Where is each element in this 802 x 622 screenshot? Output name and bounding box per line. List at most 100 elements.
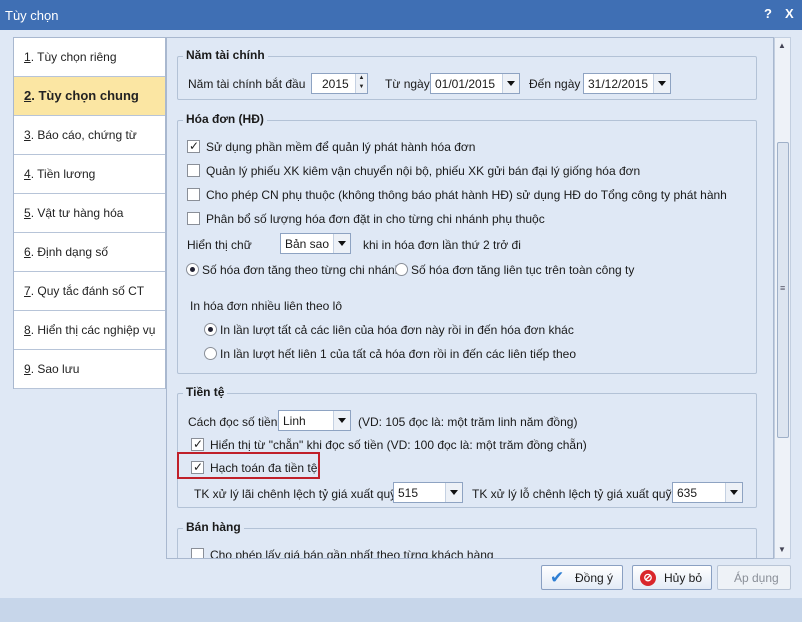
nav-number: 6 [24, 245, 31, 259]
nav-number: 7 [24, 284, 31, 298]
help-button[interactable]: ? [764, 6, 772, 21]
multi-copy-label: In hóa đơn nhiều liên theo lô [190, 299, 342, 313]
nav-label: . Tùy chọn riêng [30, 50, 117, 64]
ok-label: Đồng ý [575, 571, 614, 585]
cancel-button[interactable]: ⊘ Hủy bỏ [632, 565, 712, 590]
nav-number: 8 [24, 323, 31, 337]
sidebar-item-general-options[interactable]: 2. Tùy chọn chung [14, 77, 165, 116]
nav-number: 9 [24, 362, 31, 376]
status-strip [0, 598, 802, 622]
nav-label: . Báo cáo, chứng từ [30, 128, 137, 142]
nav-number: 3 [24, 128, 31, 142]
sidebar-item-personal-options[interactable]: 1. Tùy chọn riêng [14, 38, 165, 77]
nav-label: . Định dạng số [30, 245, 109, 259]
cancel-label: Hủy bỏ [664, 571, 703, 585]
show-chan-label: Hiển thị từ "chẵn" khi đọc số tiền (VD: … [210, 438, 587, 452]
apply-button[interactable]: Áp dụng [717, 565, 791, 590]
loss-account-value: 635 [677, 486, 698, 500]
sidebar-item-reports[interactable]: 3. Báo cáo, chứng từ [14, 116, 165, 155]
dropdown-arrow-icon[interactable] [445, 483, 462, 502]
gain-account-label: TK xử lý lãi chênh lệch tỷ giá xuất quỹ [194, 487, 397, 501]
display-text-label: Hiển thị chữ [187, 238, 252, 252]
use-software-label: Sử dụng phần mềm để quản lý phát hành hó… [206, 140, 476, 154]
sidebar-item-voucher-numbering[interactable]: 7. Quy tắc đánh số CT [14, 272, 165, 311]
title-bar: Tùy chọn ? X [0, 0, 802, 30]
numbering-company-wide-radio[interactable] [395, 263, 408, 276]
read-amount-example: (VD: 105 đọc là: một trăm linh năm đồng) [358, 415, 578, 429]
nav-number: 4 [24, 167, 31, 181]
dependent-branch-checkbox[interactable] [187, 188, 200, 201]
loss-account-label: TK xử lý lỗ chênh lệch tỷ giá xuất quỹ [472, 487, 672, 501]
numbering-by-branch-label: Số hóa đơn tăng theo từng chi nhánh [202, 263, 402, 277]
sidebar-item-salary[interactable]: 4. Tiền lương [14, 155, 165, 194]
print-all-copies-label: In lần lượt tất cả các liên của hóa đơn … [220, 323, 574, 337]
from-date-picker[interactable]: 01/01/2015 [430, 73, 520, 94]
cancel-icon: ⊘ [640, 570, 656, 586]
read-amount-value: Linh [283, 414, 306, 428]
group-title-fiscal: Năm tài chính [183, 48, 268, 62]
checkmark-icon: ✔ [550, 568, 565, 587]
nav-label: . Hiển thị các nghiệp vụ [30, 323, 156, 337]
sidebar-item-number-format[interactable]: 6. Định dạng số [14, 233, 165, 272]
nav-number: 1 [24, 50, 31, 64]
close-button[interactable]: X [785, 6, 794, 21]
gain-account-value: 515 [398, 486, 419, 500]
print-first-copy-label: In lần lượt hết liên 1 của tất cả hóa đơ… [220, 347, 576, 361]
from-date-label: Từ ngày [385, 77, 430, 91]
display-text-suffix: khi in hóa đơn lần thứ 2 trở đi [363, 238, 521, 252]
to-date-picker[interactable]: 31/12/2015 [583, 73, 671, 94]
options-content-panel: Năm tài chính Năm tài chính bắt đầu 2015… [166, 37, 774, 559]
dropdown-arrow-icon[interactable] [725, 483, 742, 502]
sidebar-item-display-operations[interactable]: 8. Hiển thị các nghiệp vụ [14, 311, 165, 350]
vertical-scrollbar[interactable]: ▲ ≡ ▼ [774, 37, 791, 559]
currency-group: Tiền tệ Cách đọc số tiền Linh (VD: 105 đ… [177, 385, 757, 508]
display-text-select[interactable]: Bản sao [280, 233, 351, 254]
nav-label: . Tiền lương [30, 167, 96, 181]
sidebar-item-inventory[interactable]: 5. Vật tư hàng hóa [14, 194, 165, 233]
read-amount-label: Cách đọc số tiền [188, 415, 278, 429]
nav-label: . Sao lưu [30, 362, 80, 376]
nav-number: 5 [24, 206, 31, 220]
read-amount-select[interactable]: Linh [278, 410, 351, 431]
multi-currency-highlight [177, 452, 320, 479]
show-chan-checkbox[interactable] [191, 437, 204, 451]
gain-account-select[interactable]: 515 [393, 482, 463, 503]
allocate-invoices-checkbox[interactable] [187, 212, 200, 225]
loss-account-select[interactable]: 635 [672, 482, 743, 503]
dropdown-arrow-icon[interactable] [333, 234, 350, 253]
dropdown-arrow-icon[interactable] [653, 74, 670, 93]
fiscal-start-label: Năm tài chính bắt đầu [188, 77, 306, 91]
manage-transfer-slip-checkbox[interactable] [187, 164, 200, 177]
fiscal-year-group: Năm tài chính Năm tài chính bắt đầu 2015… [177, 48, 757, 100]
scroll-thumb[interactable]: ≡ [777, 142, 789, 438]
dropdown-arrow-icon[interactable] [502, 74, 519, 93]
invoice-group: Hóa đơn (HĐ) Sử dụng phần mềm để quản lý… [177, 112, 757, 374]
group-title-sales: Bán hàng [183, 520, 244, 534]
from-date-value: 01/01/2015 [435, 77, 496, 91]
print-first-copy-radio[interactable] [204, 347, 217, 360]
window-title: Tùy chọn [5, 8, 59, 23]
fiscal-year-stepper[interactable]: 2015 ▲ ▼ [311, 73, 368, 94]
apply-label: Áp dụng [734, 571, 779, 585]
scroll-down-icon[interactable]: ▼ [778, 545, 786, 554]
print-all-copies-radio[interactable] [204, 323, 217, 336]
sales-group: Bán hàng Cho phép lấy giá bán gần nhất t… [177, 520, 757, 558]
dropdown-arrow-icon[interactable] [333, 411, 350, 430]
ok-button[interactable]: ✔ Đồng ý [541, 565, 623, 590]
display-text-value: Bản sao [285, 237, 330, 251]
nav-label: . Tùy chọn chung [31, 88, 139, 103]
use-software-checkbox[interactable] [187, 139, 200, 153]
sidebar-item-backup[interactable]: 9. Sao lưu [14, 350, 165, 389]
nav-label: . Vật tư hàng hóa [30, 206, 124, 220]
scroll-up-icon[interactable]: ▲ [778, 41, 786, 50]
manage-transfer-slip-label: Quản lý phiếu XK kiêm vận chuyển nội bộ,… [206, 164, 641, 178]
numbering-by-branch-radio[interactable] [186, 263, 199, 276]
fiscal-year-value: 2015 [322, 77, 349, 91]
numbering-company-wide-label: Số hóa đơn tăng liên tục trên toàn công … [411, 263, 635, 277]
spin-arrows-icon[interactable]: ▲ ▼ [355, 74, 367, 93]
to-date-value: 31/12/2015 [588, 77, 649, 91]
options-sidebar: 1. Tùy chọn riêng 2. Tùy chọn chung 3. B… [13, 37, 166, 389]
last-price-checkbox[interactable] [191, 548, 204, 558]
nav-label: . Quy tắc đánh số CT [30, 284, 145, 298]
group-title-invoice: Hóa đơn (HĐ) [183, 112, 267, 126]
